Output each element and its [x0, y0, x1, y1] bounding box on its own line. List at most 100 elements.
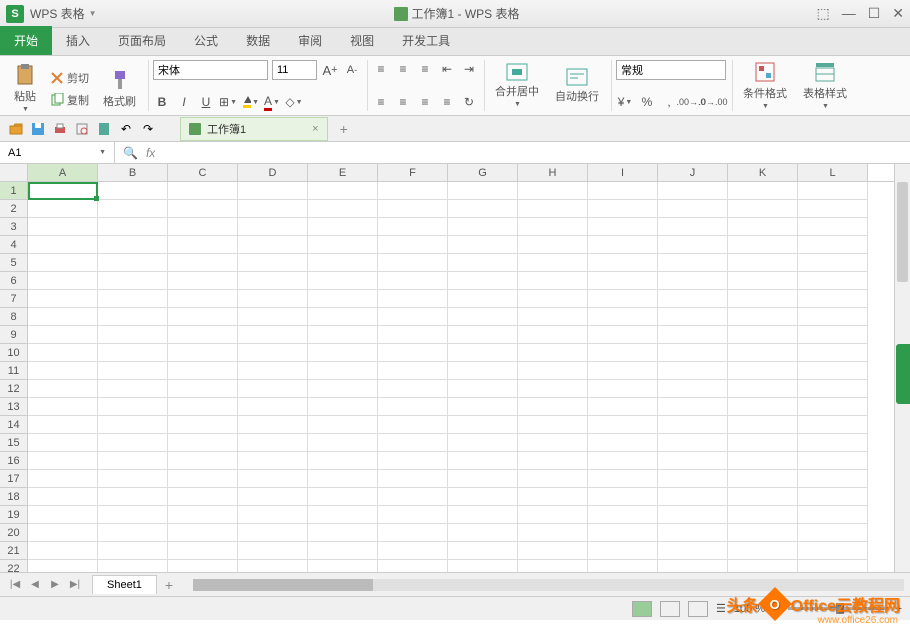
cell[interactable] [728, 200, 798, 218]
cell[interactable] [518, 362, 588, 380]
cell[interactable] [238, 506, 308, 524]
cell[interactable] [658, 290, 728, 308]
cell[interactable] [658, 416, 728, 434]
font-color-button[interactable]: A▼ [263, 93, 281, 111]
cell[interactable] [168, 236, 238, 254]
row-header[interactable]: 7 [0, 290, 28, 308]
cell[interactable] [798, 362, 868, 380]
column-header[interactable]: G [448, 164, 518, 181]
cut-button[interactable]: 剪切 [46, 68, 93, 88]
cell[interactable] [798, 380, 868, 398]
increase-font-icon[interactable]: A+ [321, 61, 339, 79]
cell[interactable] [28, 506, 98, 524]
vertical-scroll-thumb[interactable] [897, 182, 908, 282]
cell[interactable] [28, 560, 98, 572]
tab-data[interactable]: 数据 [232, 26, 284, 55]
cell[interactable] [728, 542, 798, 560]
cell[interactable] [658, 362, 728, 380]
decrease-indent-icon[interactable]: ⇤ [438, 60, 456, 78]
name-box-dropdown-icon[interactable]: ▼ [99, 149, 106, 156]
cell[interactable] [238, 236, 308, 254]
cell[interactable] [98, 488, 168, 506]
conditional-format-button[interactable]: 条件格式▼ [737, 57, 793, 114]
cell[interactable] [98, 272, 168, 290]
cell[interactable] [728, 362, 798, 380]
cell[interactable] [28, 434, 98, 452]
side-panel-toggle[interactable] [896, 344, 910, 404]
number-format-select[interactable] [616, 60, 726, 80]
name-box[interactable]: A1 ▼ [0, 142, 115, 163]
cell[interactable] [378, 290, 448, 308]
select-all-corner[interactable] [0, 164, 28, 181]
cell[interactable] [98, 308, 168, 326]
cell[interactable] [238, 416, 308, 434]
cell[interactable] [798, 452, 868, 470]
cell[interactable] [98, 560, 168, 572]
cell[interactable] [588, 290, 658, 308]
sheet-last-icon[interactable]: ▶| [66, 576, 84, 594]
row-header[interactable]: 9 [0, 326, 28, 344]
column-header[interactable]: K [728, 164, 798, 181]
cell[interactable] [378, 308, 448, 326]
cell[interactable] [518, 308, 588, 326]
row-header[interactable]: 17 [0, 470, 28, 488]
underline-button[interactable]: U [197, 93, 215, 111]
cell[interactable] [168, 398, 238, 416]
cell[interactable] [518, 326, 588, 344]
cell[interactable] [518, 434, 588, 452]
cell[interactable] [588, 308, 658, 326]
row-header[interactable]: 18 [0, 488, 28, 506]
cell[interactable] [238, 452, 308, 470]
sheet-tab[interactable]: Sheet1 [92, 575, 157, 594]
cell[interactable] [308, 290, 378, 308]
table-style-button[interactable]: 表格样式▼ [797, 57, 853, 114]
cell[interactable] [28, 254, 98, 272]
cell[interactable] [658, 506, 728, 524]
page-break-view-icon[interactable] [688, 601, 708, 617]
row-header[interactable]: 5 [0, 254, 28, 272]
cell[interactable] [588, 200, 658, 218]
cell[interactable] [308, 398, 378, 416]
cell[interactable] [98, 470, 168, 488]
percent-icon[interactable]: % [638, 93, 656, 111]
cell[interactable] [168, 326, 238, 344]
cell[interactable] [28, 380, 98, 398]
cell[interactable] [98, 254, 168, 272]
cell[interactable] [728, 290, 798, 308]
cell[interactable] [168, 362, 238, 380]
cell[interactable] [378, 488, 448, 506]
comma-icon[interactable]: , [660, 93, 678, 111]
cell[interactable] [28, 272, 98, 290]
cell[interactable] [798, 254, 868, 272]
cell[interactable] [588, 380, 658, 398]
align-left-icon[interactable]: ≡ [372, 93, 390, 111]
sheet-next-icon[interactable]: ▶ [46, 576, 64, 594]
cell[interactable] [168, 218, 238, 236]
cell[interactable] [658, 398, 728, 416]
cell[interactable] [798, 398, 868, 416]
cell[interactable] [798, 326, 868, 344]
increase-indent-icon[interactable]: ⇥ [460, 60, 478, 78]
column-header[interactable]: H [518, 164, 588, 181]
cell[interactable] [518, 488, 588, 506]
cell[interactable] [588, 398, 658, 416]
cell[interactable] [28, 308, 98, 326]
cell[interactable] [448, 272, 518, 290]
tab-page-layout[interactable]: 页面布局 [104, 26, 180, 55]
cell[interactable] [168, 506, 238, 524]
cell[interactable] [168, 290, 238, 308]
cell[interactable] [378, 452, 448, 470]
align-bottom-icon[interactable]: ≡ [416, 60, 434, 78]
cell[interactable] [658, 344, 728, 362]
cell[interactable] [448, 542, 518, 560]
cell[interactable] [518, 254, 588, 272]
cell[interactable] [588, 344, 658, 362]
export-pdf-icon[interactable] [94, 119, 114, 139]
cell[interactable] [728, 506, 798, 524]
cell[interactable] [518, 398, 588, 416]
cell[interactable] [308, 344, 378, 362]
cell[interactable] [98, 200, 168, 218]
cell[interactable] [588, 416, 658, 434]
row-header[interactable]: 12 [0, 380, 28, 398]
cell[interactable] [798, 560, 868, 572]
